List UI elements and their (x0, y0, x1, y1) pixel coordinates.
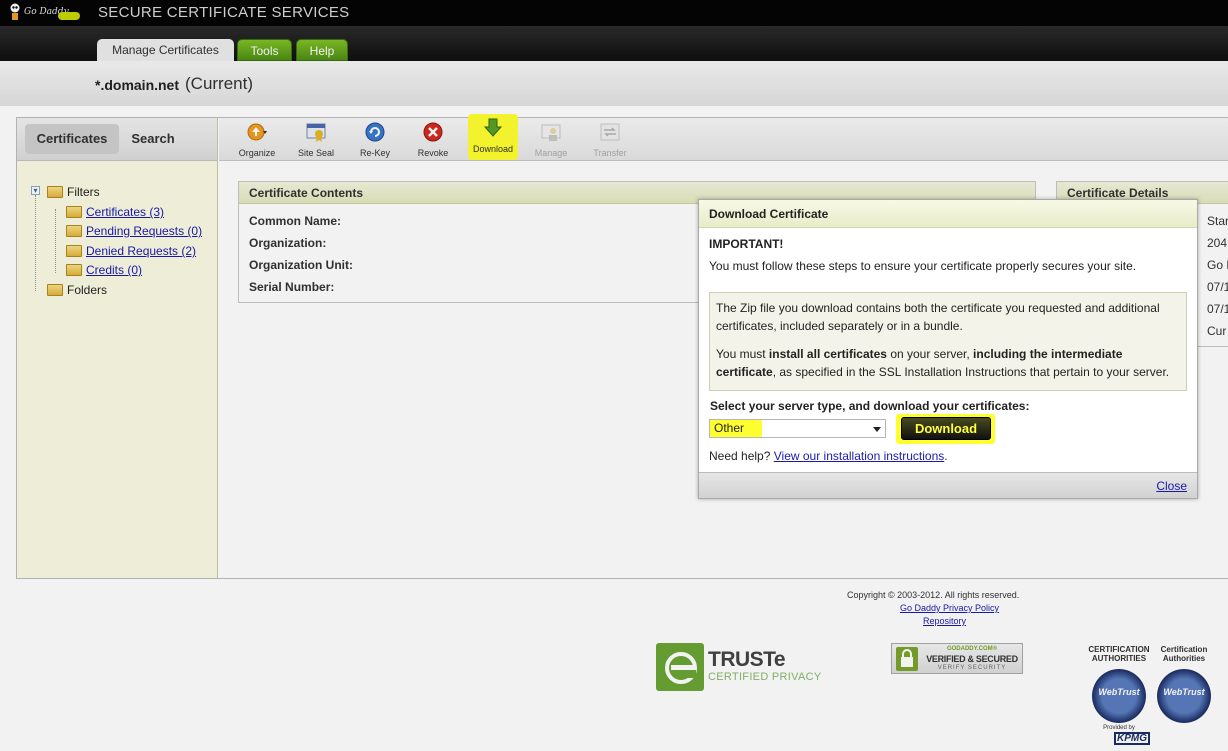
info-box: The Zip file you download contains both … (709, 292, 1187, 391)
steps-text: You must follow these steps to ensure yo… (709, 259, 1137, 273)
info-text: You must (716, 347, 769, 361)
info-paragraph-install: You must install all certificates on you… (716, 345, 1180, 381)
info-text: , as specified in the SSL Installation I… (772, 365, 1170, 379)
close-link[interactable]: Close (1156, 479, 1187, 493)
server-type-value: Other (710, 420, 762, 437)
installation-instructions-link[interactable]: View our installation instructions (774, 449, 945, 463)
download-certificate-dialog: Download Certificate IMPORTANT! You must… (698, 199, 1198, 499)
help-prefix: Need help? (709, 449, 771, 463)
download-certificates-button[interactable]: Download (901, 417, 991, 440)
info-text: on your server, (886, 347, 974, 361)
important-heading: IMPORTANT! (709, 237, 784, 251)
server-type-label: Select your server type, and download yo… (710, 399, 1030, 413)
dialog-footer: Close (699, 472, 1197, 498)
info-bold: install all certificates (768, 347, 887, 361)
info-paragraph-zip: The Zip file you download contains both … (716, 301, 1160, 333)
help-suffix: . (944, 449, 948, 463)
server-type-select[interactable]: Other (709, 419, 886, 438)
chevron-down-icon (873, 427, 881, 432)
dialog-title: Download Certificate (699, 200, 1197, 228)
help-line: Need help? View our installation instruc… (709, 449, 948, 463)
